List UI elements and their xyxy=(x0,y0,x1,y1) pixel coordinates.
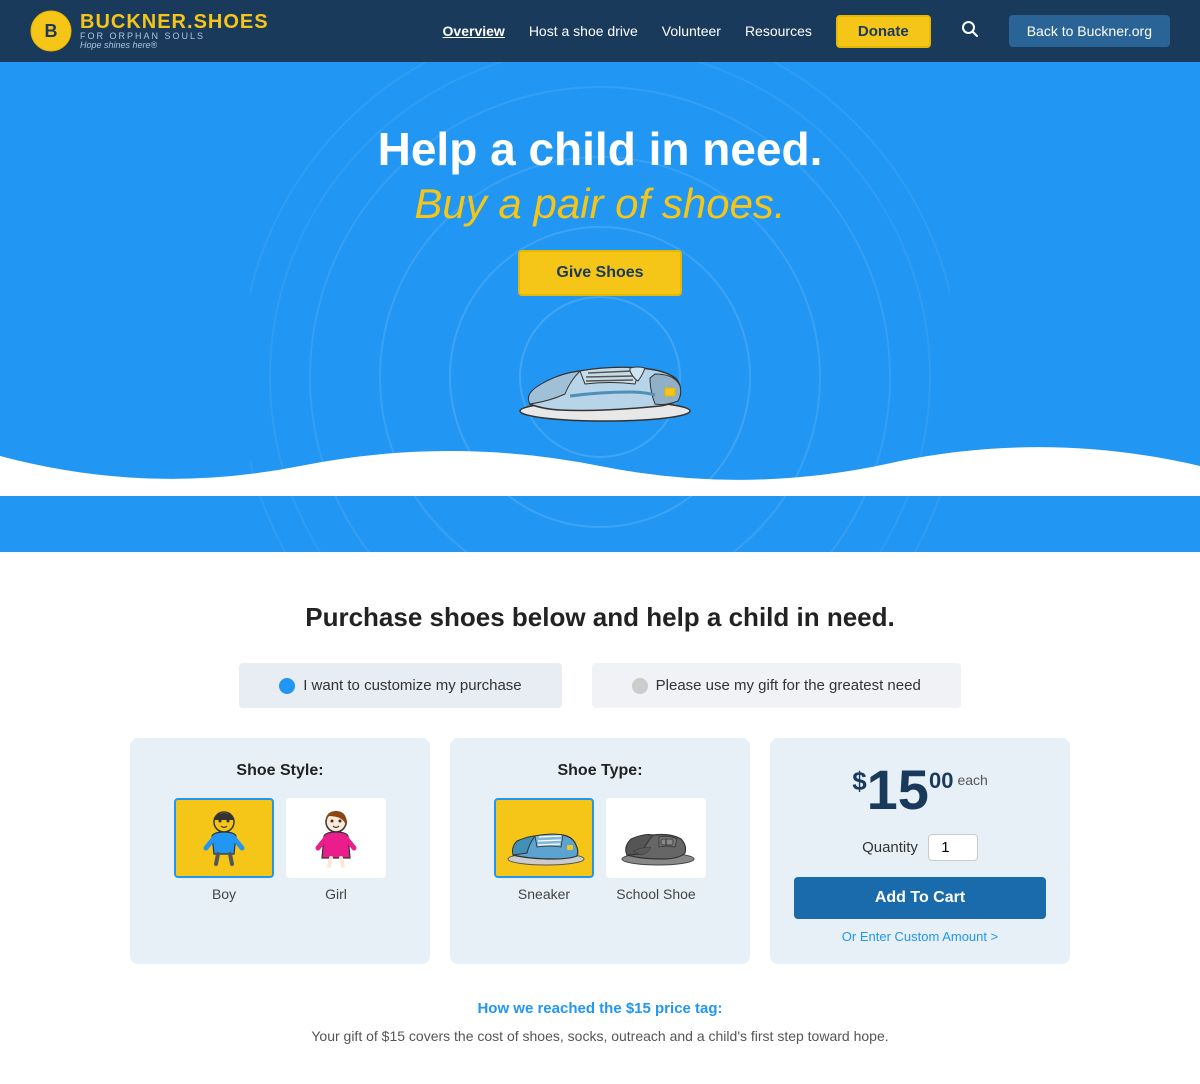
boy-option[interactable]: Boy xyxy=(174,798,274,902)
hero-title: Help a child in need. xyxy=(0,122,1200,176)
boy-label: Boy xyxy=(212,886,236,902)
school-shoe-label: School Shoe xyxy=(616,886,695,902)
nav-volunteer[interactable]: Volunteer xyxy=(662,23,721,39)
search-icon xyxy=(961,20,979,38)
shoe-type-card: Shoe Type: xyxy=(450,738,750,964)
price-dollar-sign: $ xyxy=(852,766,866,797)
school-shoe-img-wrap xyxy=(606,798,706,878)
svg-text:B: B xyxy=(45,21,58,41)
main-section: Purchase shoes below and help a child in… xyxy=(0,552,1200,1084)
main-nav: Overview Host a shoe drive Volunteer Res… xyxy=(443,15,1170,48)
greatest-need-label: Please use my gift for the greatest need xyxy=(656,677,921,694)
quantity-input[interactable] xyxy=(928,834,978,861)
customize-option[interactable]: I want to customize my purchase xyxy=(239,663,561,708)
girl-option[interactable]: Girl xyxy=(286,798,386,902)
boy-img-wrap xyxy=(174,798,274,878)
girl-label: Girl xyxy=(325,886,347,902)
price-each: each xyxy=(957,772,987,788)
search-button[interactable] xyxy=(955,16,985,47)
back-to-buckner-button[interactable]: Back to Buckner.org xyxy=(1009,15,1170,47)
logo-brand: BUCKNER.SHOES xyxy=(80,12,269,32)
price-card: $ 15 00 each Quantity Add To Cart Or Ent… xyxy=(770,738,1070,964)
logo-text: BUCKNER.SHOES FOR ORPHAN SOULS Hope shin… xyxy=(80,12,269,50)
logo-tagline: Hope shines here® xyxy=(80,41,269,50)
sneaker-label: Sneaker xyxy=(518,886,570,902)
customize-label: I want to customize my purchase xyxy=(303,677,521,694)
nav-host-shoe-drive[interactable]: Host a shoe drive xyxy=(529,23,638,39)
hero-wave xyxy=(0,416,1200,501)
shoe-type-options: Sneaker xyxy=(470,798,730,902)
purchase-options-row: I want to customize my purchase Please u… xyxy=(0,663,1200,708)
logo-icon: B xyxy=(30,10,72,52)
girl-img-wrap xyxy=(286,798,386,878)
nav-resources[interactable]: Resources xyxy=(745,23,812,39)
price-info: How we reached the $15 price tag: Your g… xyxy=(0,1000,1200,1044)
shoe-type-title: Shoe Type: xyxy=(470,762,730,780)
hero-shoe-image xyxy=(0,316,1200,426)
girl-icon xyxy=(306,808,366,868)
give-shoes-button[interactable]: Give Shoes xyxy=(518,250,681,296)
section-title: Purchase shoes below and help a child in… xyxy=(0,602,1200,633)
price-cents: 00 xyxy=(929,768,953,794)
customize-radio-dot xyxy=(279,678,295,694)
nav-overview[interactable]: Overview xyxy=(443,23,505,39)
price-main: 15 xyxy=(867,762,929,818)
shoe-style-card: Shoe Style: xyxy=(130,738,430,964)
donate-button[interactable]: Donate xyxy=(836,15,931,48)
greatest-need-radio-dot xyxy=(632,678,648,694)
boy-icon xyxy=(194,808,254,868)
hero-subtitle: Buy a pair of shoes. xyxy=(0,180,1200,228)
sneaker-type-icon xyxy=(499,809,589,867)
product-area: Shoe Style: xyxy=(0,738,1200,964)
shoe-style-title: Shoe Style: xyxy=(150,762,410,780)
custom-amount-link[interactable]: Or Enter Custom Amount > xyxy=(842,929,998,944)
school-shoe-icon xyxy=(611,809,701,867)
sneaker-img-wrap xyxy=(494,798,594,878)
hero-section: Help a child in need. Buy a pair of shoe… xyxy=(0,62,1200,552)
site-header: B BUCKNER.SHOES FOR ORPHAN SOULS Hope sh… xyxy=(0,0,1200,62)
shoe-style-options: Boy xyxy=(150,798,410,902)
price-display: $ 15 00 each xyxy=(852,762,988,818)
greatest-need-option[interactable]: Please use my gift for the greatest need xyxy=(592,663,961,708)
add-to-cart-button[interactable]: Add To Cart xyxy=(794,877,1046,919)
quantity-label: Quantity xyxy=(862,839,918,856)
shoe-illustration xyxy=(500,316,700,426)
school-shoe-option[interactable]: School Shoe xyxy=(606,798,706,902)
price-info-link[interactable]: How we reached the $15 price tag: xyxy=(477,1000,722,1017)
logo: B BUCKNER.SHOES FOR ORPHAN SOULS Hope sh… xyxy=(30,10,269,52)
price-info-description: Your gift of $15 covers the cost of shoe… xyxy=(300,1028,900,1044)
hero-content: Help a child in need. Buy a pair of shoe… xyxy=(0,122,1200,296)
quantity-row: Quantity xyxy=(862,834,978,861)
sneaker-option[interactable]: Sneaker xyxy=(494,798,594,902)
